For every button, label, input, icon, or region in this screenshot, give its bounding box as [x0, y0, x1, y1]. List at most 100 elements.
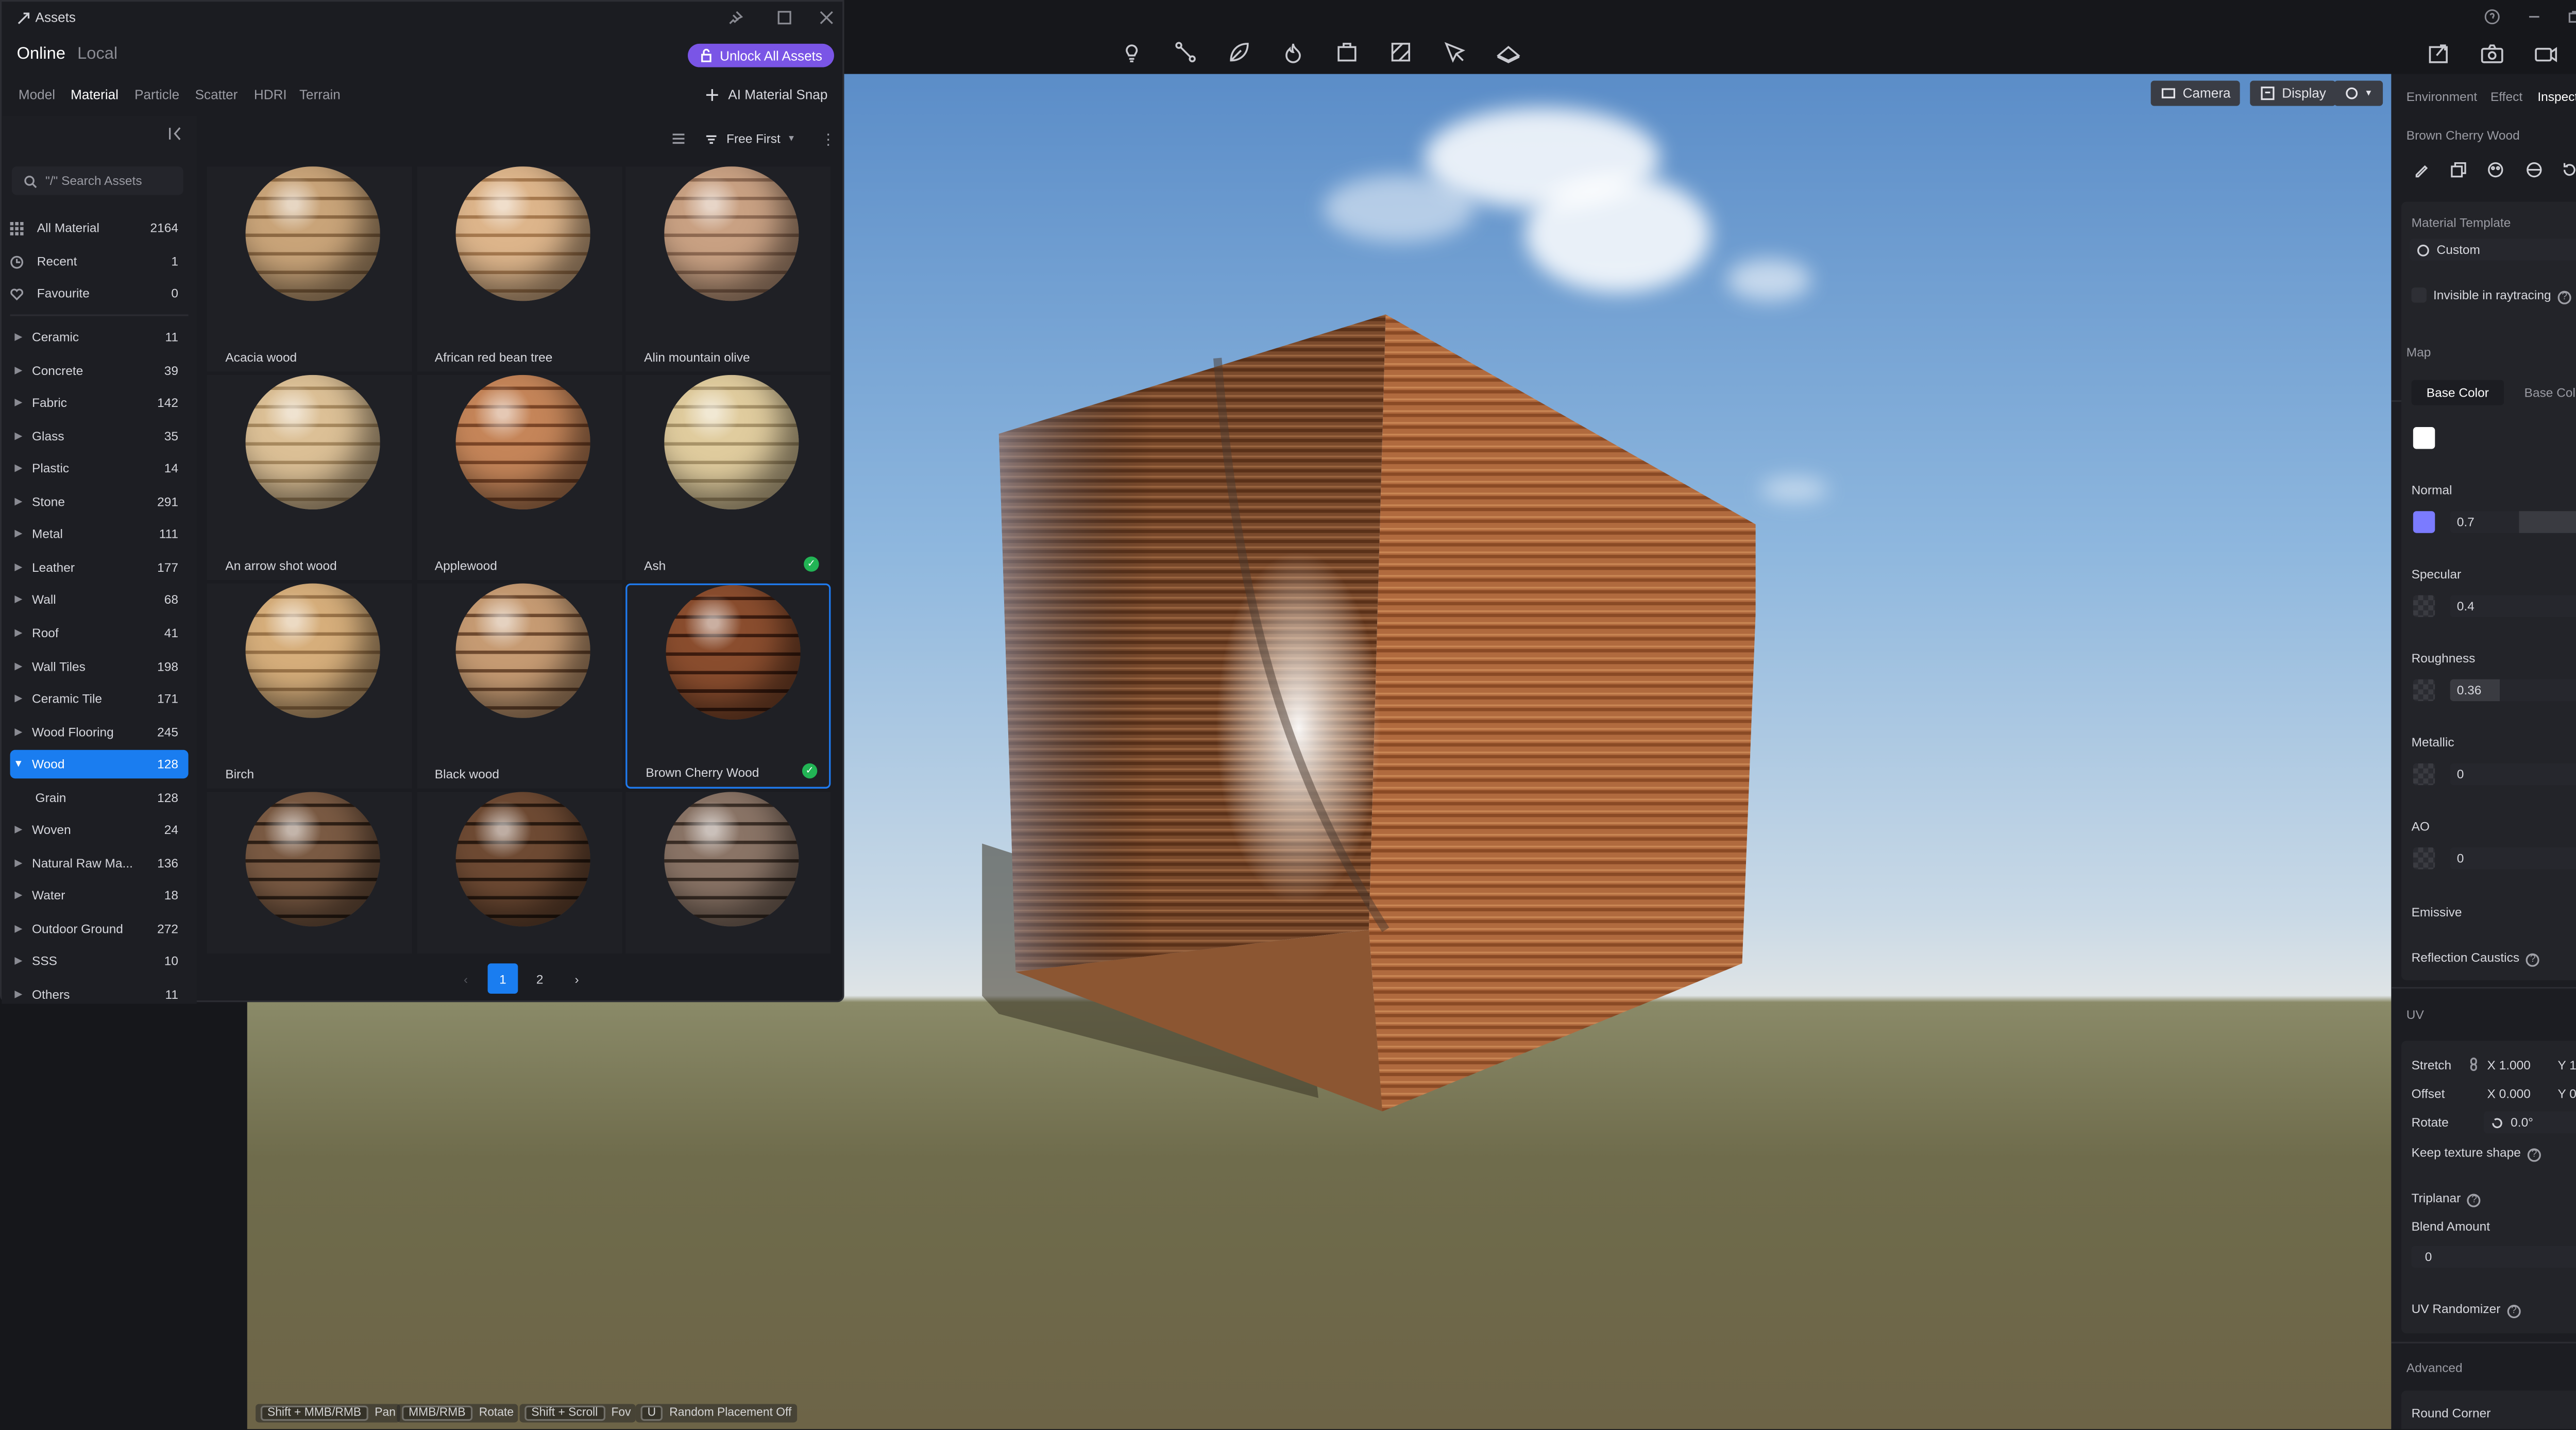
model-box-icon[interactable] — [1335, 40, 1359, 64]
sidebar-item-natural-raw-ma[interactable]: ▶ Natural Raw Ma... 136 — [10, 849, 189, 877]
sidebar-item-fabric[interactable]: ▶ Fabric 142 — [10, 388, 189, 417]
link-icon[interactable] — [2467, 1058, 2480, 1071]
specular-map-swatch[interactable] — [2413, 595, 2435, 617]
normal-map-swatch[interactable] — [2413, 511, 2435, 533]
tab-base-color-map[interactable]: Base Color Map — [2512, 380, 2576, 405]
close-icon[interactable] — [819, 10, 834, 25]
page-1-button[interactable]: 1 — [487, 963, 518, 994]
pin-icon[interactable] — [728, 10, 743, 25]
tab-inspector[interactable]: Inspector — [2537, 89, 2576, 104]
material-ball-icon[interactable] — [2526, 161, 2543, 178]
path-tool-icon[interactable] — [1174, 40, 1197, 64]
texture-icon[interactable] — [1389, 40, 1413, 64]
sidebar-item-wood[interactable]: ▼ Wood 128 — [10, 750, 189, 779]
material-card-brown-wood-grain[interactable]: Brown Wood Grain — [625, 792, 831, 954]
ao-map-swatch[interactable] — [2413, 847, 2435, 870]
list-view-icon[interactable] — [671, 131, 686, 146]
sidebar-item-glass[interactable]: ▶ Glass 35 — [10, 421, 189, 450]
tab-scatter[interactable]: Scatter — [195, 88, 238, 103]
tab-effect[interactable]: Effect — [2490, 89, 2522, 104]
ai-material-snap-button[interactable]: AI Material Snap — [705, 88, 827, 103]
display-button[interactable]: Display — [2250, 80, 2336, 106]
sidebar-item-wall[interactable]: ▶ Wall 68 — [10, 586, 189, 614]
export-icon[interactable] — [2427, 42, 2450, 66]
tab-local[interactable]: Local — [77, 45, 117, 64]
material-card-acacia-wood[interactable]: Acacia wood — [207, 166, 412, 372]
video-record-icon[interactable] — [2534, 42, 2558, 66]
sidebar-item-concrete[interactable]: ▶ Concrete 39 — [10, 355, 189, 384]
maximize-icon[interactable] — [777, 10, 792, 25]
sidebar-item-wood-flooring[interactable]: ▶ Wood Flooring 245 — [10, 717, 189, 745]
material-card-brown-strip-wood-grain[interactable]: Brown Strip Wood Grain — [207, 792, 412, 954]
sidebar-item-water[interactable]: ▶ Water 18 — [10, 881, 189, 910]
sidebar-item-ceramic[interactable]: ▶ Ceramic 11 — [10, 323, 189, 351]
material-card-applewood[interactable]: Applewood — [416, 374, 622, 581]
search-input[interactable]: "/" Search Assets — [11, 166, 183, 195]
tab-particle[interactable]: Particle — [134, 88, 179, 103]
normal-value-input[interactable]: 0.7 — [2450, 511, 2576, 533]
metallic-value-input[interactable]: 0 — [2450, 763, 2576, 786]
leaf-icon[interactable] — [1228, 40, 1251, 64]
tab-online[interactable]: Online — [17, 45, 65, 64]
stretch-x-input[interactable]: X 1.000 — [2487, 1058, 2530, 1072]
assets-titlebar[interactable]: Assets — [2, 2, 846, 35]
sidebar-item-woven[interactable]: ▶ Woven 24 — [10, 816, 189, 844]
terrain-icon[interactable] — [1496, 40, 1520, 64]
tab-material[interactable]: Material — [71, 88, 118, 103]
unlock-all-assets-button[interactable]: Unlock All Assets — [687, 43, 834, 67]
material-card-alin-mountain-olive[interactable]: Alin mountain olive — [625, 166, 831, 372]
roughness-value-input[interactable]: 0.36 — [2450, 679, 2576, 702]
wood-cube-model[interactable] — [982, 308, 1756, 1115]
sidebar-item-sss[interactable]: ▶ SSS 10 — [10, 947, 189, 976]
specular-value-input[interactable]: 0.4 — [2450, 595, 2576, 617]
tab-model[interactable]: Model — [19, 88, 55, 103]
tab-base-color[interactable]: Base Color — [2411, 380, 2504, 405]
sort-dropdown[interactable]: Free First ▾ — [705, 131, 794, 146]
sidebar-item-wall-tiles[interactable]: ▶ Wall Tiles 198 — [10, 652, 189, 680]
page-2-button[interactable]: 2 — [524, 963, 555, 994]
metallic-map-swatch[interactable] — [2413, 763, 2435, 786]
render-mode-dropdown[interactable]: ▾ — [2334, 80, 2383, 106]
sidebar-item-metal[interactable]: ▶ Metal 111 — [10, 520, 189, 549]
palette-icon[interactable] — [2487, 161, 2504, 178]
screenshot-camera-icon[interactable] — [2480, 42, 2504, 66]
sidebar-item-all-material[interactable]: All Material 2164 — [10, 214, 189, 242]
sidebar-item-leather[interactable]: ▶ Leather 177 — [10, 553, 189, 581]
collapse-sidebar-icon[interactable] — [168, 126, 183, 141]
invisible-raytracing-checkbox[interactable] — [2411, 287, 2427, 303]
material-card-brown-walnut-wood[interactable]: Brown Walnut Wood — [416, 792, 622, 954]
more-options-icon[interactable]: ⋮ — [821, 131, 836, 150]
blend-amount-input[interactable]: 0 — [2411, 1246, 2576, 1268]
duplicate-icon[interactable] — [2450, 161, 2467, 178]
offset-x-input[interactable]: X 0.000 — [2487, 1086, 2530, 1101]
next-page-icon[interactable]: › — [562, 963, 592, 994]
ao-value-input[interactable]: 0 — [2450, 847, 2576, 870]
tab-hdri[interactable]: HDRI — [254, 88, 287, 103]
prev-page-icon[interactable]: ‹ — [451, 963, 481, 994]
material-card-brown-cherry-wood[interactable]: Brown Cherry Wood ✓ — [625, 583, 831, 789]
sidebar-item-outdoor-ground[interactable]: ▶ Outdoor Ground 272 — [10, 914, 189, 943]
material-card-ash[interactable]: Ash ✓ — [625, 374, 831, 581]
base-color-swatch[interactable] — [2413, 427, 2435, 449]
rotate-input[interactable]: 0.0° — [2483, 1111, 2576, 1133]
stretch-y-input[interactable]: Y 1.000 — [2558, 1058, 2576, 1072]
fire-icon[interactable] — [1281, 40, 1305, 64]
material-card-black-wood[interactable]: Black wood — [416, 583, 622, 789]
restore-icon[interactable] — [2566, 8, 2576, 25]
material-card-birch[interactable]: Birch — [207, 583, 412, 789]
minimize-icon[interactable] — [2526, 8, 2543, 25]
material-template-select[interactable]: Custom ▾ — [2410, 239, 2576, 261]
sidebar-item-recent[interactable]: Recent 1 — [10, 247, 189, 276]
help-icon[interactable] — [2484, 8, 2501, 25]
tab-environment[interactable]: Environment — [2406, 89, 2477, 104]
sidebar-item-stone[interactable]: ▶ Stone 291 — [10, 487, 189, 516]
sidebar-item-roof[interactable]: ▶ Roof 41 — [10, 619, 189, 647]
pen-tool-icon[interactable] — [1443, 40, 1467, 64]
sidebar-item-plastic[interactable]: ▶ Plastic 14 — [10, 454, 189, 483]
sidebar-item-favourite[interactable]: Favourite 0 — [10, 279, 189, 308]
sidebar-item-grain[interactable]: Grain 128 — [10, 783, 189, 811]
tab-terrain[interactable]: Terrain — [299, 88, 341, 103]
camera-button[interactable]: Camera — [2150, 80, 2241, 106]
sidebar-item-others[interactable]: ▶ Others 11 — [10, 980, 189, 1009]
light-bulb-icon[interactable] — [1120, 40, 1144, 64]
